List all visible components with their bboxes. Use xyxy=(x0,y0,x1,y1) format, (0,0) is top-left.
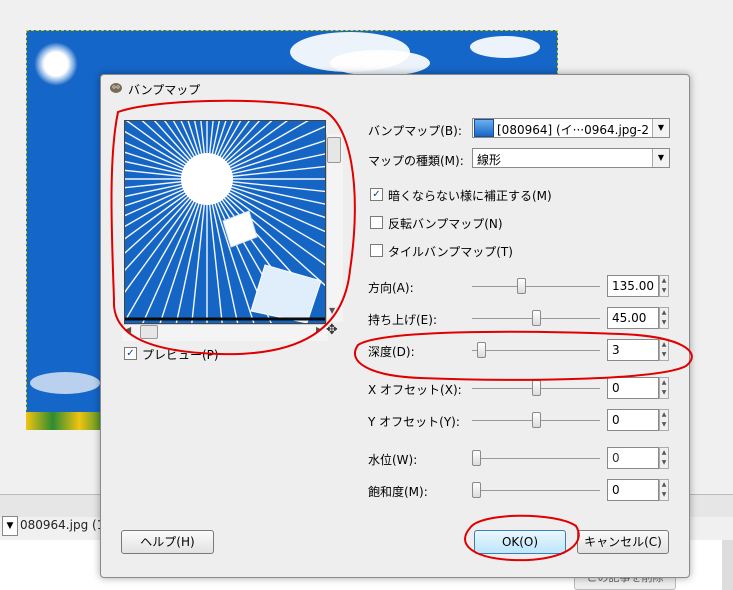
waterlevel-spinner[interactable]: ▲ ▼ xyxy=(659,447,669,469)
canvas-sunflowers xyxy=(26,412,106,430)
waterlevel-input[interactable]: 0 xyxy=(607,447,659,469)
preview-vertical-scroll-thumb[interactable] xyxy=(327,137,341,163)
depth-spinner[interactable]: ▲ ▼ xyxy=(659,339,669,361)
bumpmap-value: [080964] (イ···0964.jpg-2 xyxy=(497,123,649,137)
x-offset-input[interactable]: 0 xyxy=(607,377,659,399)
x-offset-spinner[interactable]: ▲ ▼ xyxy=(659,377,669,399)
y-offset-input[interactable]: 0 xyxy=(607,409,659,431)
depth-slider-track[interactable] xyxy=(472,350,600,351)
azimuth-slider-thumb[interactable] xyxy=(516,278,526,294)
help-button[interactable]: ヘルプ(H) xyxy=(121,530,214,554)
y-offset-slider-thumb[interactable] xyxy=(531,412,541,428)
bumpmap-dropdown[interactable]: [080964] (イ···0964.jpg-2 ▼ xyxy=(472,118,670,138)
preview-label: プレビュー(P) xyxy=(142,348,219,362)
ambient-spinner[interactable]: ▲ ▼ xyxy=(659,479,669,501)
dialog-title: バンプマップ xyxy=(128,83,201,97)
chevron-down-icon[interactable]: ▼ xyxy=(652,149,669,167)
x-offset-label: X オフセット(X): xyxy=(368,383,462,397)
azimuth-slider-track[interactable] xyxy=(472,286,600,287)
gimp-icon xyxy=(108,80,124,94)
scroll-right-arrow-icon[interactable]: ▶ xyxy=(316,325,322,334)
compensate-darkening-checkbox[interactable] xyxy=(370,188,383,201)
depth-slider-thumb[interactable] xyxy=(476,342,486,358)
scroll-left-arrow-icon[interactable]: ◀ xyxy=(125,325,131,334)
depth-input[interactable]: 3 xyxy=(607,339,659,361)
elevation-slider-thumb[interactable] xyxy=(531,310,541,326)
x-offset-slider-thumb[interactable] xyxy=(531,380,541,396)
y-offset-spinner[interactable]: ▲ ▼ xyxy=(659,409,669,431)
waterlevel-slider-thumb[interactable] xyxy=(472,450,481,466)
elevation-label: 持ち上げ(E): xyxy=(368,313,437,327)
canvas-cloud xyxy=(30,372,100,394)
navigate-move-icon[interactable]: ✥ xyxy=(326,322,338,338)
azimuth-spinner[interactable]: ▲ ▼ xyxy=(659,275,669,297)
depth-label: 深度(D): xyxy=(368,345,415,359)
azimuth-input[interactable]: 135.00 xyxy=(607,275,659,297)
preview-checkbox[interactable] xyxy=(124,347,137,360)
ok-button[interactable]: OK(O) xyxy=(474,530,566,554)
tile-bumpmap-checkbox[interactable] xyxy=(370,244,383,257)
ambient-label: 飽和度(M): xyxy=(368,485,428,499)
ambient-slider-track[interactable] xyxy=(472,490,600,491)
page-scrollbar[interactable] xyxy=(722,540,733,590)
azimuth-label: 方向(A): xyxy=(368,281,414,295)
canvas-cloud xyxy=(470,36,540,58)
image-select-dropdown[interactable]: ▼ xyxy=(2,516,18,536)
waterlevel-label: 水位(W): xyxy=(368,453,418,467)
invert-bumpmap-checkbox[interactable] xyxy=(370,216,383,229)
compensate-darkening-label: 暗くならない様に補正する(M) xyxy=(388,189,552,203)
status-filename: 080964.jpg (1 xyxy=(20,518,105,532)
ambient-slider-thumb[interactable] xyxy=(472,482,481,498)
ambient-input[interactable]: 0 xyxy=(607,479,659,501)
elevation-spinner[interactable]: ▲ ▼ xyxy=(659,307,669,329)
bumpmap-thumbnail xyxy=(474,119,494,137)
map-type-dropdown[interactable]: 線形 ▼ xyxy=(472,148,670,168)
map-type-value: 線形 xyxy=(477,153,502,167)
chevron-down-icon[interactable]: ▼ xyxy=(652,119,669,137)
invert-bumpmap-label: 反転バンプマップ(N) xyxy=(388,217,503,231)
waterlevel-slider-track[interactable] xyxy=(472,458,600,459)
elevation-input[interactable]: 45.00 xyxy=(607,307,659,329)
preview-image xyxy=(125,121,325,323)
preview-canvas[interactable] xyxy=(124,120,326,324)
cancel-button[interactable]: キャンセル(C) xyxy=(577,530,669,554)
canvas-sun-highlight xyxy=(34,42,78,86)
tile-bumpmap-label: タイルバンプマップ(T) xyxy=(388,245,513,259)
y-offset-label: Y オフセット(Y): xyxy=(368,415,460,429)
scroll-down-arrow-icon[interactable]: ▼ xyxy=(329,306,335,315)
bumpmap-label: バンプマップ(B): xyxy=(368,124,462,138)
canvas-cloud xyxy=(330,50,430,76)
preview-horizontal-scroll-thumb[interactable] xyxy=(140,325,158,339)
map-type-label: マップの種類(M): xyxy=(368,154,464,168)
